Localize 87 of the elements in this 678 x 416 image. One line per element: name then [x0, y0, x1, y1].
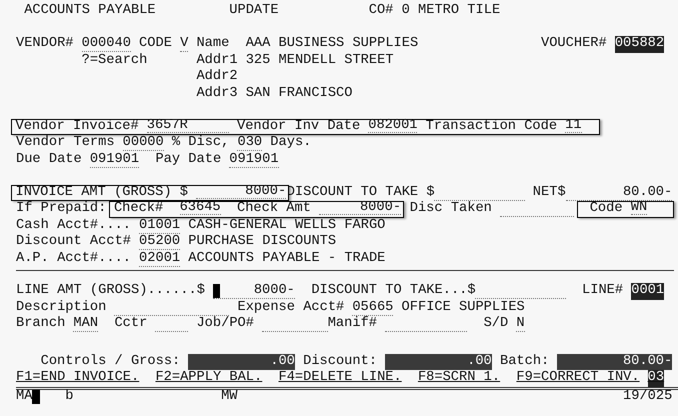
input-field[interactable]: 030 [237, 135, 262, 151]
field-label: If Prepaid: [16, 201, 106, 218]
input-field[interactable]: V [180, 36, 188, 52]
field-label: Due Date [16, 152, 82, 168]
field-label: % Disc, [172, 135, 230, 152]
field-label: Discount Acct# [16, 234, 131, 250]
text-cursor [212, 284, 220, 298]
field-label: DISCOUNT TO TAKE $ [286, 184, 434, 200]
field-label: Cash Acct#.... [16, 218, 131, 234]
account-name: CASH-GENERAL WELLS FARGO [188, 218, 386, 234]
field-label: Branch [16, 316, 66, 332]
screen-title: ACCOUNTS PAYABLE [24, 3, 156, 20]
company-label: CO# 0 METRO TILE [368, 3, 500, 20]
field-label: VENDOR# [16, 36, 74, 52]
input-field[interactable]: 082001 [368, 120, 418, 132]
mode-label: UPDATE [229, 3, 278, 20]
search-hint: ?=Search [82, 52, 148, 69]
function-key-hint: F1=END INVOICE. [16, 370, 140, 386]
account-name: PURCHASE DISCOUNTS [188, 234, 336, 250]
field-label: INVOICE AMT (GROSS) $ [16, 186, 188, 199]
field-label: Description [16, 300, 106, 316]
input-field[interactable]: 8000- [212, 283, 295, 299]
field-label: CODE [139, 36, 172, 52]
cursor-position: 19/025 [623, 390, 672, 404]
total-display: .00 [385, 354, 492, 370]
field-label: VOUCHER# [541, 36, 607, 52]
input-field[interactable]: 63645 [180, 202, 221, 215]
field-label: Vendor Invoice# [16, 120, 139, 133]
field-label: Days. [270, 135, 312, 152]
field-label: Pay Date [155, 152, 222, 168]
field-label: LINE AMT (GROSS)......$ [16, 283, 205, 300]
field-label: A.P. Acct#.... [16, 250, 131, 267]
input-field[interactable]: 091901 [229, 152, 278, 168]
input-field[interactable]: 05665 [352, 300, 394, 316]
input-field[interactable]: N [516, 316, 525, 332]
input-field[interactable]: 02001 [139, 250, 180, 266]
function-key-hint: F8=SCRN 1. [418, 370, 500, 386]
field-label: Addr3 [196, 86, 238, 102]
field-label: Vendor Terms [16, 135, 114, 152]
field-label: Disc Taken [410, 201, 492, 218]
field-value: 325 MENDELL STREET [246, 52, 394, 69]
screen-number: 03 [648, 370, 664, 386]
input-field[interactable]: 3657R [146, 120, 229, 132]
input-field[interactable]: 8000- [196, 186, 286, 198]
function-key-hint: F4=DELETE LINE. [278, 370, 402, 386]
status-text: MA [16, 390, 32, 404]
field-label: Job/PO# [196, 316, 254, 332]
field-label: Batch: [500, 354, 550, 370]
field-label: Transaction Code [426, 120, 557, 133]
input-field[interactable]: 01001 [139, 218, 180, 234]
input-field[interactable]: WN [630, 202, 648, 215]
input-field[interactable]: MAN [73, 316, 98, 332]
input-field[interactable]: 05200 [139, 234, 180, 250]
field-label: Discount: [303, 354, 377, 370]
input-field[interactable]: 091901 [90, 152, 140, 168]
field-label: Controls / Gross: [40, 354, 180, 370]
function-key-hint: F9=CORRECT INV. [516, 370, 640, 386]
account-name: OFFICE SUPPLIES [402, 300, 525, 316]
input-field[interactable]: 11 [565, 120, 582, 132]
field-label: LINE# [582, 283, 624, 300]
input-field[interactable]: 8000- [319, 202, 402, 215]
total-display: .00 [188, 354, 295, 370]
field-label: DISCOUNT TO TAKE...$ [311, 283, 476, 300]
field-label: Name [196, 36, 230, 52]
field-label: Code [590, 202, 623, 216]
field-value: AAA BUSINESS SUPPLIES [246, 36, 418, 52]
line-number: 0001 [631, 283, 664, 300]
total-display: 80.00- [557, 354, 672, 370]
field-label: Manif# [328, 316, 377, 332]
field-label: Vendor Inv Date [236, 120, 360, 133]
input-field[interactable]: 000040 [82, 36, 131, 52]
field-label: Check# [114, 202, 164, 216]
field-value: SAN FRANCISCO [246, 86, 352, 102]
function-key-hint: F2=APPLY BAL. [155, 370, 262, 386]
field-label: NET$ [532, 184, 566, 201]
field-label: Cctr [114, 316, 148, 332]
status-text: b [65, 390, 74, 404]
field-label: Expense Acct# [237, 300, 344, 316]
voucher-number: 005882 [614, 36, 664, 52]
field-label: S/D [484, 316, 508, 332]
text-cursor [32, 390, 40, 404]
status-text: MW [221, 390, 238, 404]
account-name: ACCOUNTS PAYABLE - TRADE [188, 250, 386, 267]
field-label: Addr1 [196, 52, 238, 69]
field-label: Check Amt [236, 202, 311, 216]
field-label: Addr2 [196, 69, 238, 86]
input-field[interactable]: 00000 [122, 135, 164, 151]
